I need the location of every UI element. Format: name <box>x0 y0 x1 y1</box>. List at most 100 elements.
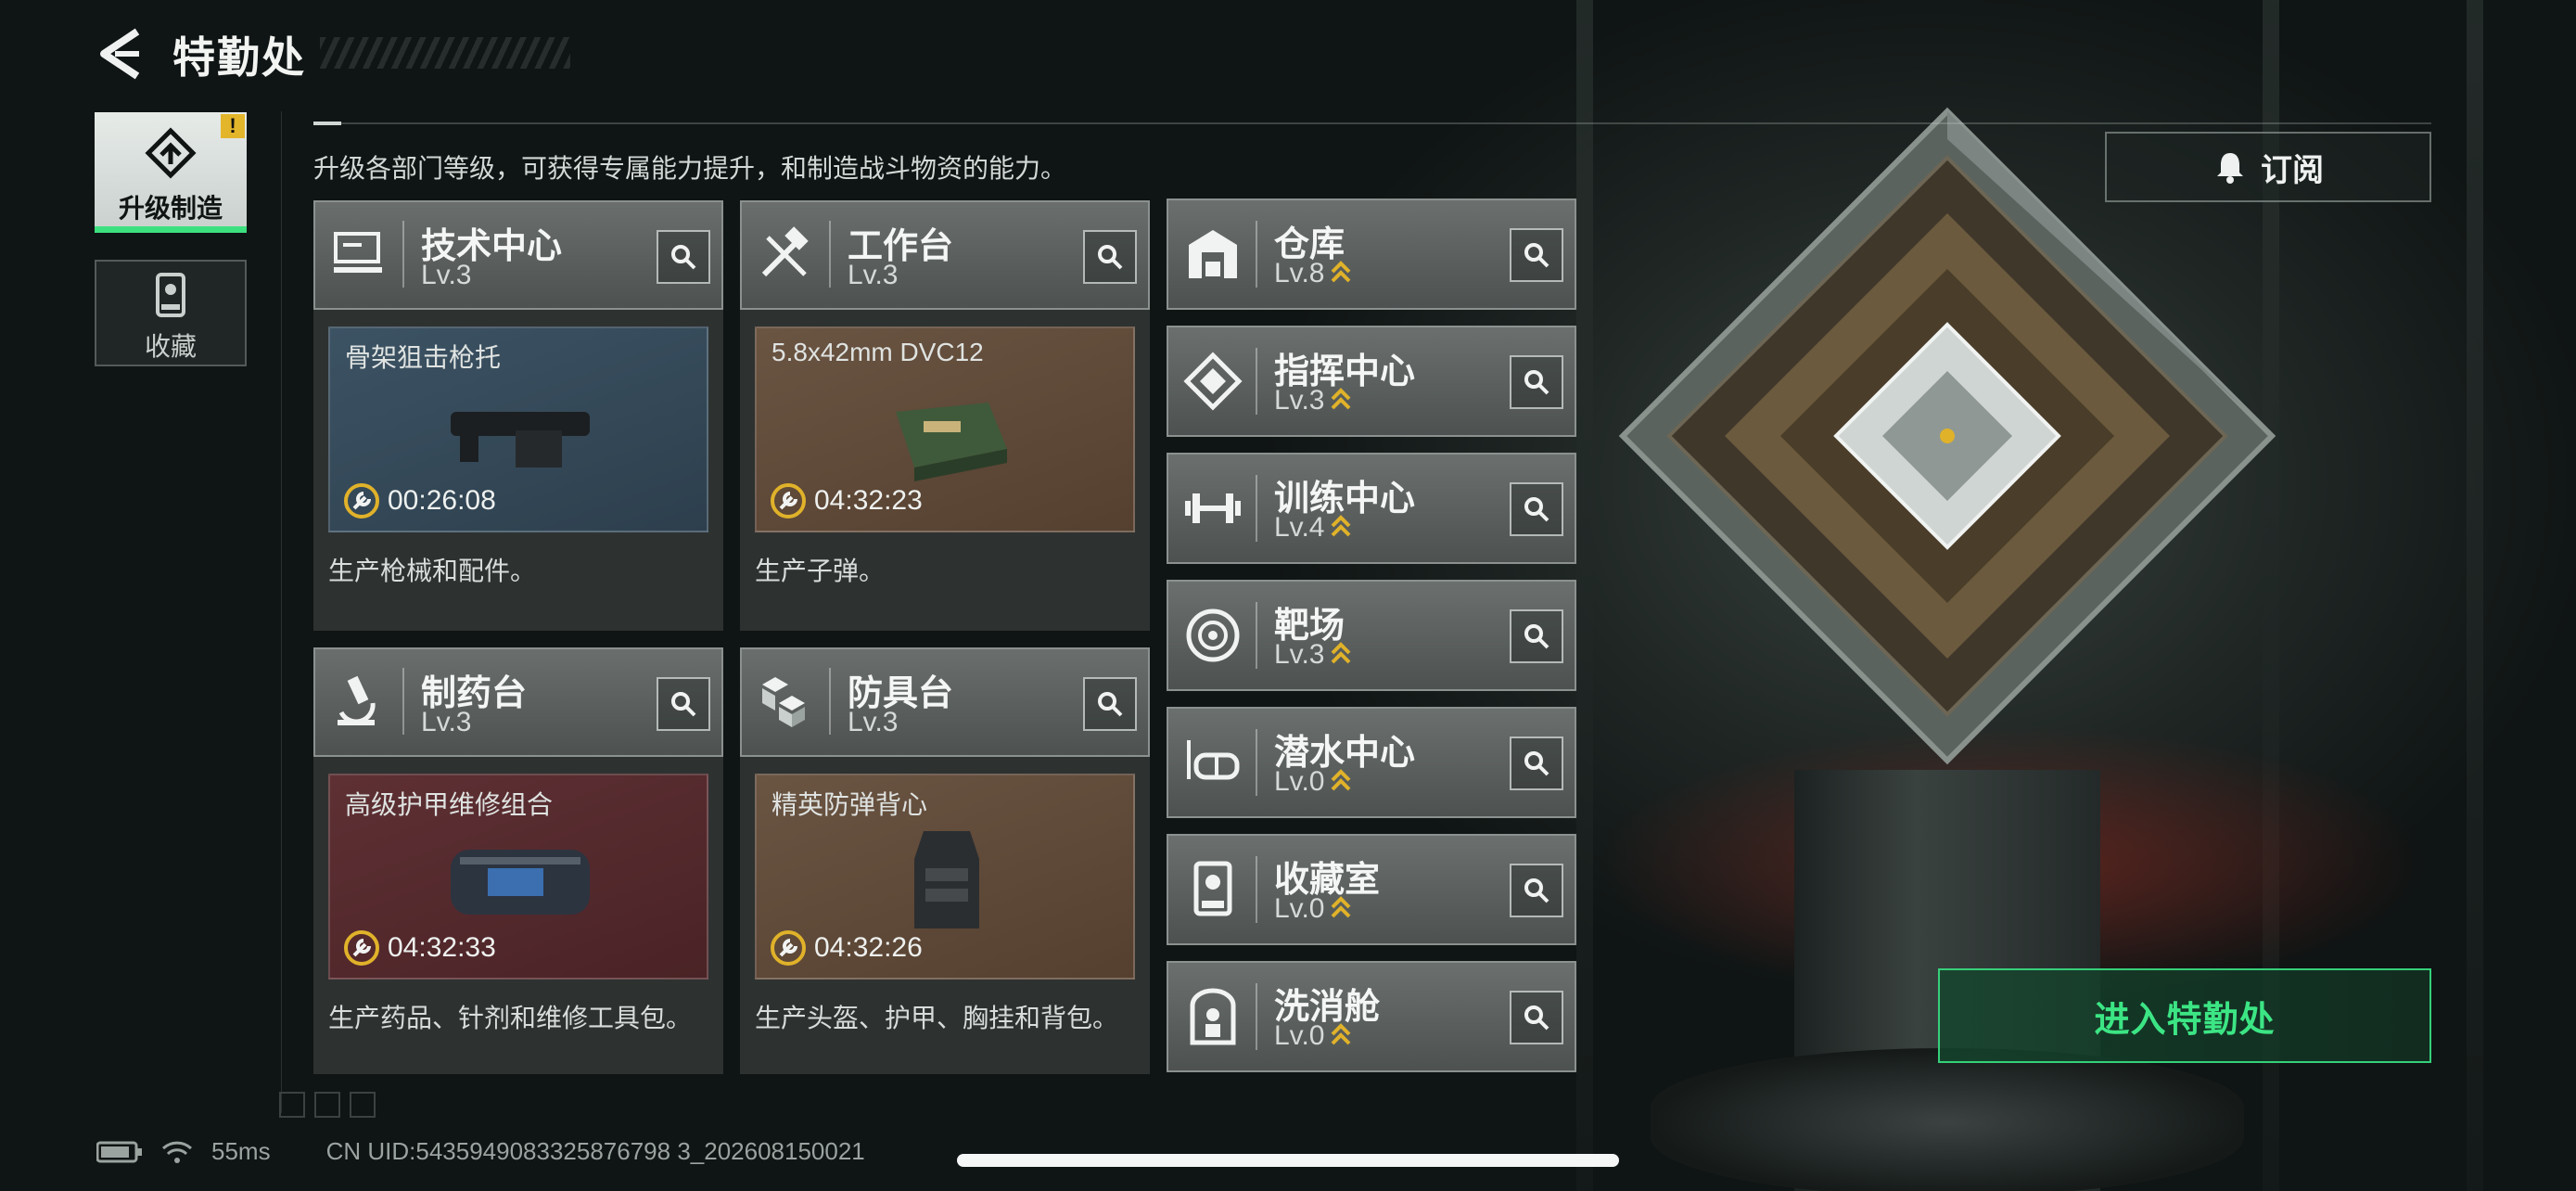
item-name: 骨架狙击枪托 <box>345 343 502 372</box>
inspect-button[interactable] <box>1510 609 1563 663</box>
dumbbell-icon <box>1185 493 1241 523</box>
facility-card-tech-center[interactable]: 技术中心 Lv.3 骨架狙击枪托 00:26:08 生产枪械和配件。 <box>313 200 723 631</box>
upgrade-chevrons-icon <box>1332 896 1351 918</box>
facility-level: Lv.0 <box>1274 1020 1352 1052</box>
card-header: 工作台 Lv.3 <box>740 200 1150 310</box>
search-icon <box>1524 243 1549 268</box>
subscribe-button[interactable]: 订阅 <box>2105 132 2431 202</box>
upgrade-icon <box>145 127 197 179</box>
search-icon <box>1524 497 1549 522</box>
decon-pod-icon <box>1190 988 1236 1045</box>
divider <box>313 122 2431 125</box>
display-case-icon <box>1193 861 1232 916</box>
facility-decon-pod[interactable]: 洗消舱 Lv.0 <box>1167 961 1576 1072</box>
ping-value: 55ms <box>211 1137 271 1165</box>
search-icon <box>1524 370 1549 395</box>
card-level: Lv.3 <box>848 707 899 737</box>
production-slot[interactable]: 5.8x42mm DVC12 04:32:23 <box>755 327 1135 532</box>
upgrade-chevrons-icon <box>1332 515 1351 537</box>
wifi-icon <box>161 1141 193 1163</box>
card-description: 生产子弹。 <box>755 557 886 585</box>
inspect-button[interactable] <box>1510 482 1563 536</box>
status-bar: 55ms CN UID:5435949083325876798 3_202608… <box>96 1137 865 1166</box>
level-text: Lv.8 <box>1274 258 1325 288</box>
facility-level: Lv.3 <box>1274 639 1352 671</box>
tools-icon <box>761 226 809 277</box>
facility-diving-center[interactable]: 潜水中心 Lv.0 <box>1167 707 1576 818</box>
card-level: Lv.3 <box>848 260 899 290</box>
search-icon <box>1524 751 1549 776</box>
timer-value: 04:32:33 <box>388 932 496 963</box>
inspect-button[interactable] <box>1510 355 1563 409</box>
facility-level: Lv.4 <box>1274 512 1352 544</box>
enter-special-ops-button[interactable]: 进入特勤处 <box>1938 968 2431 1063</box>
level-text: Lv.4 <box>1274 512 1325 543</box>
production-slot[interactable]: 骨架狙击枪托 00:26:08 <box>328 327 708 532</box>
alert-badge: ! <box>221 114 245 138</box>
command-icon <box>1183 352 1243 411</box>
divider <box>281 111 282 1113</box>
level-text: Lv.0 <box>1274 1020 1325 1051</box>
upgrade-chevrons-icon <box>1332 388 1351 410</box>
facility-level: Lv.3 <box>1274 385 1352 416</box>
level-text: Lv.0 <box>1274 766 1325 797</box>
warehouse-icon <box>1189 230 1237 278</box>
inspect-button[interactable] <box>1083 677 1137 731</box>
card-header: 制药台 Lv.3 <box>313 647 723 757</box>
timer-value: 04:32:26 <box>814 932 923 963</box>
vest-image <box>914 831 979 928</box>
facility-card-armor-bench[interactable]: 防具台 Lv.3 精英防弹背心 04:32:26 生产头盔、护甲、胸挂和背包。 <box>740 647 1150 1074</box>
search-icon <box>671 692 696 717</box>
tab-upgrade-craft[interactable]: ! 升级制造 <box>95 112 247 233</box>
wrench-timer-icon <box>344 483 379 519</box>
subscribe-label: 订阅 <box>2261 152 2324 188</box>
facility-command-center[interactable]: 指挥中心 Lv.3 <box>1167 326 1576 437</box>
level-text: Lv.3 <box>1274 385 1325 416</box>
armor-boxes-icon <box>762 677 805 727</box>
enter-label: 进入特勤处 <box>2094 1000 2276 1040</box>
production-timer: 04:32:33 <box>343 929 496 967</box>
rifle-stock-image <box>451 412 590 467</box>
item-name: 精英防弹背心 <box>772 790 928 819</box>
production-slot[interactable]: 高级护甲维修组合 04:32:33 <box>328 774 708 980</box>
inspect-button[interactable] <box>1510 991 1563 1044</box>
facility-card-pharmacy[interactable]: 制药台 Lv.3 高级护甲维修组合 04:32:33 生产药品、针剂和维修工具包… <box>313 647 723 1074</box>
tab-label: 收藏 <box>144 332 197 361</box>
inspect-button[interactable] <box>1510 736 1563 790</box>
card-description: 生产头盔、护甲、胸挂和背包。 <box>755 1004 1119 1032</box>
computer-icon <box>334 232 382 273</box>
production-slot[interactable]: 精英防弹背心 04:32:26 <box>755 774 1135 980</box>
back-arrow-icon[interactable] <box>96 28 145 80</box>
facility-level: Lv.8 <box>1274 258 1352 289</box>
home-indicator[interactable] <box>957 1154 1619 1167</box>
inspect-button[interactable] <box>657 677 710 731</box>
facility-card-workbench[interactable]: 工作台 Lv.3 5.8x42mm DVC12 04:32:23 生产子弹。 <box>740 200 1150 631</box>
facility-training-center[interactable]: 训练中心 Lv.4 <box>1167 453 1576 564</box>
decorative-marks <box>279 1092 376 1118</box>
page-title: 特勤处 <box>172 33 306 82</box>
target-icon <box>1186 608 1240 662</box>
card-description: 生产药品、针剂和维修工具包。 <box>328 1004 693 1032</box>
inspect-button[interactable] <box>1510 864 1563 917</box>
facility-collection-room[interactable]: 收藏室 Lv.0 <box>1167 834 1576 945</box>
user-id: CN UID:5435949083325876798 3_20260815002… <box>325 1137 865 1165</box>
card-header: 技术中心 Lv.3 <box>313 200 723 310</box>
facility-warehouse[interactable]: 仓库 Lv.8 <box>1167 198 1576 310</box>
inspect-button[interactable] <box>657 230 710 284</box>
card-header: 防具台 Lv.3 <box>740 647 1150 757</box>
microscope-icon <box>338 675 376 725</box>
bell-icon <box>2217 153 2243 184</box>
item-name: 高级护甲维修组合 <box>345 790 554 819</box>
level-text: Lv.0 <box>1274 893 1325 924</box>
inspect-button[interactable] <box>1083 230 1137 284</box>
card-level: Lv.3 <box>421 260 472 290</box>
title-decoration <box>320 37 570 69</box>
tab-favorites[interactable]: 收藏 <box>95 260 247 366</box>
item-name: 5.8x42mm DVC12 <box>772 338 984 366</box>
search-icon <box>1524 1005 1549 1031</box>
search-icon <box>671 245 696 270</box>
diving-mask-icon <box>1187 740 1240 780</box>
facility-shooting-range[interactable]: 靶场 Lv.3 <box>1167 580 1576 691</box>
search-icon <box>1098 245 1123 270</box>
inspect-button[interactable] <box>1510 228 1563 282</box>
